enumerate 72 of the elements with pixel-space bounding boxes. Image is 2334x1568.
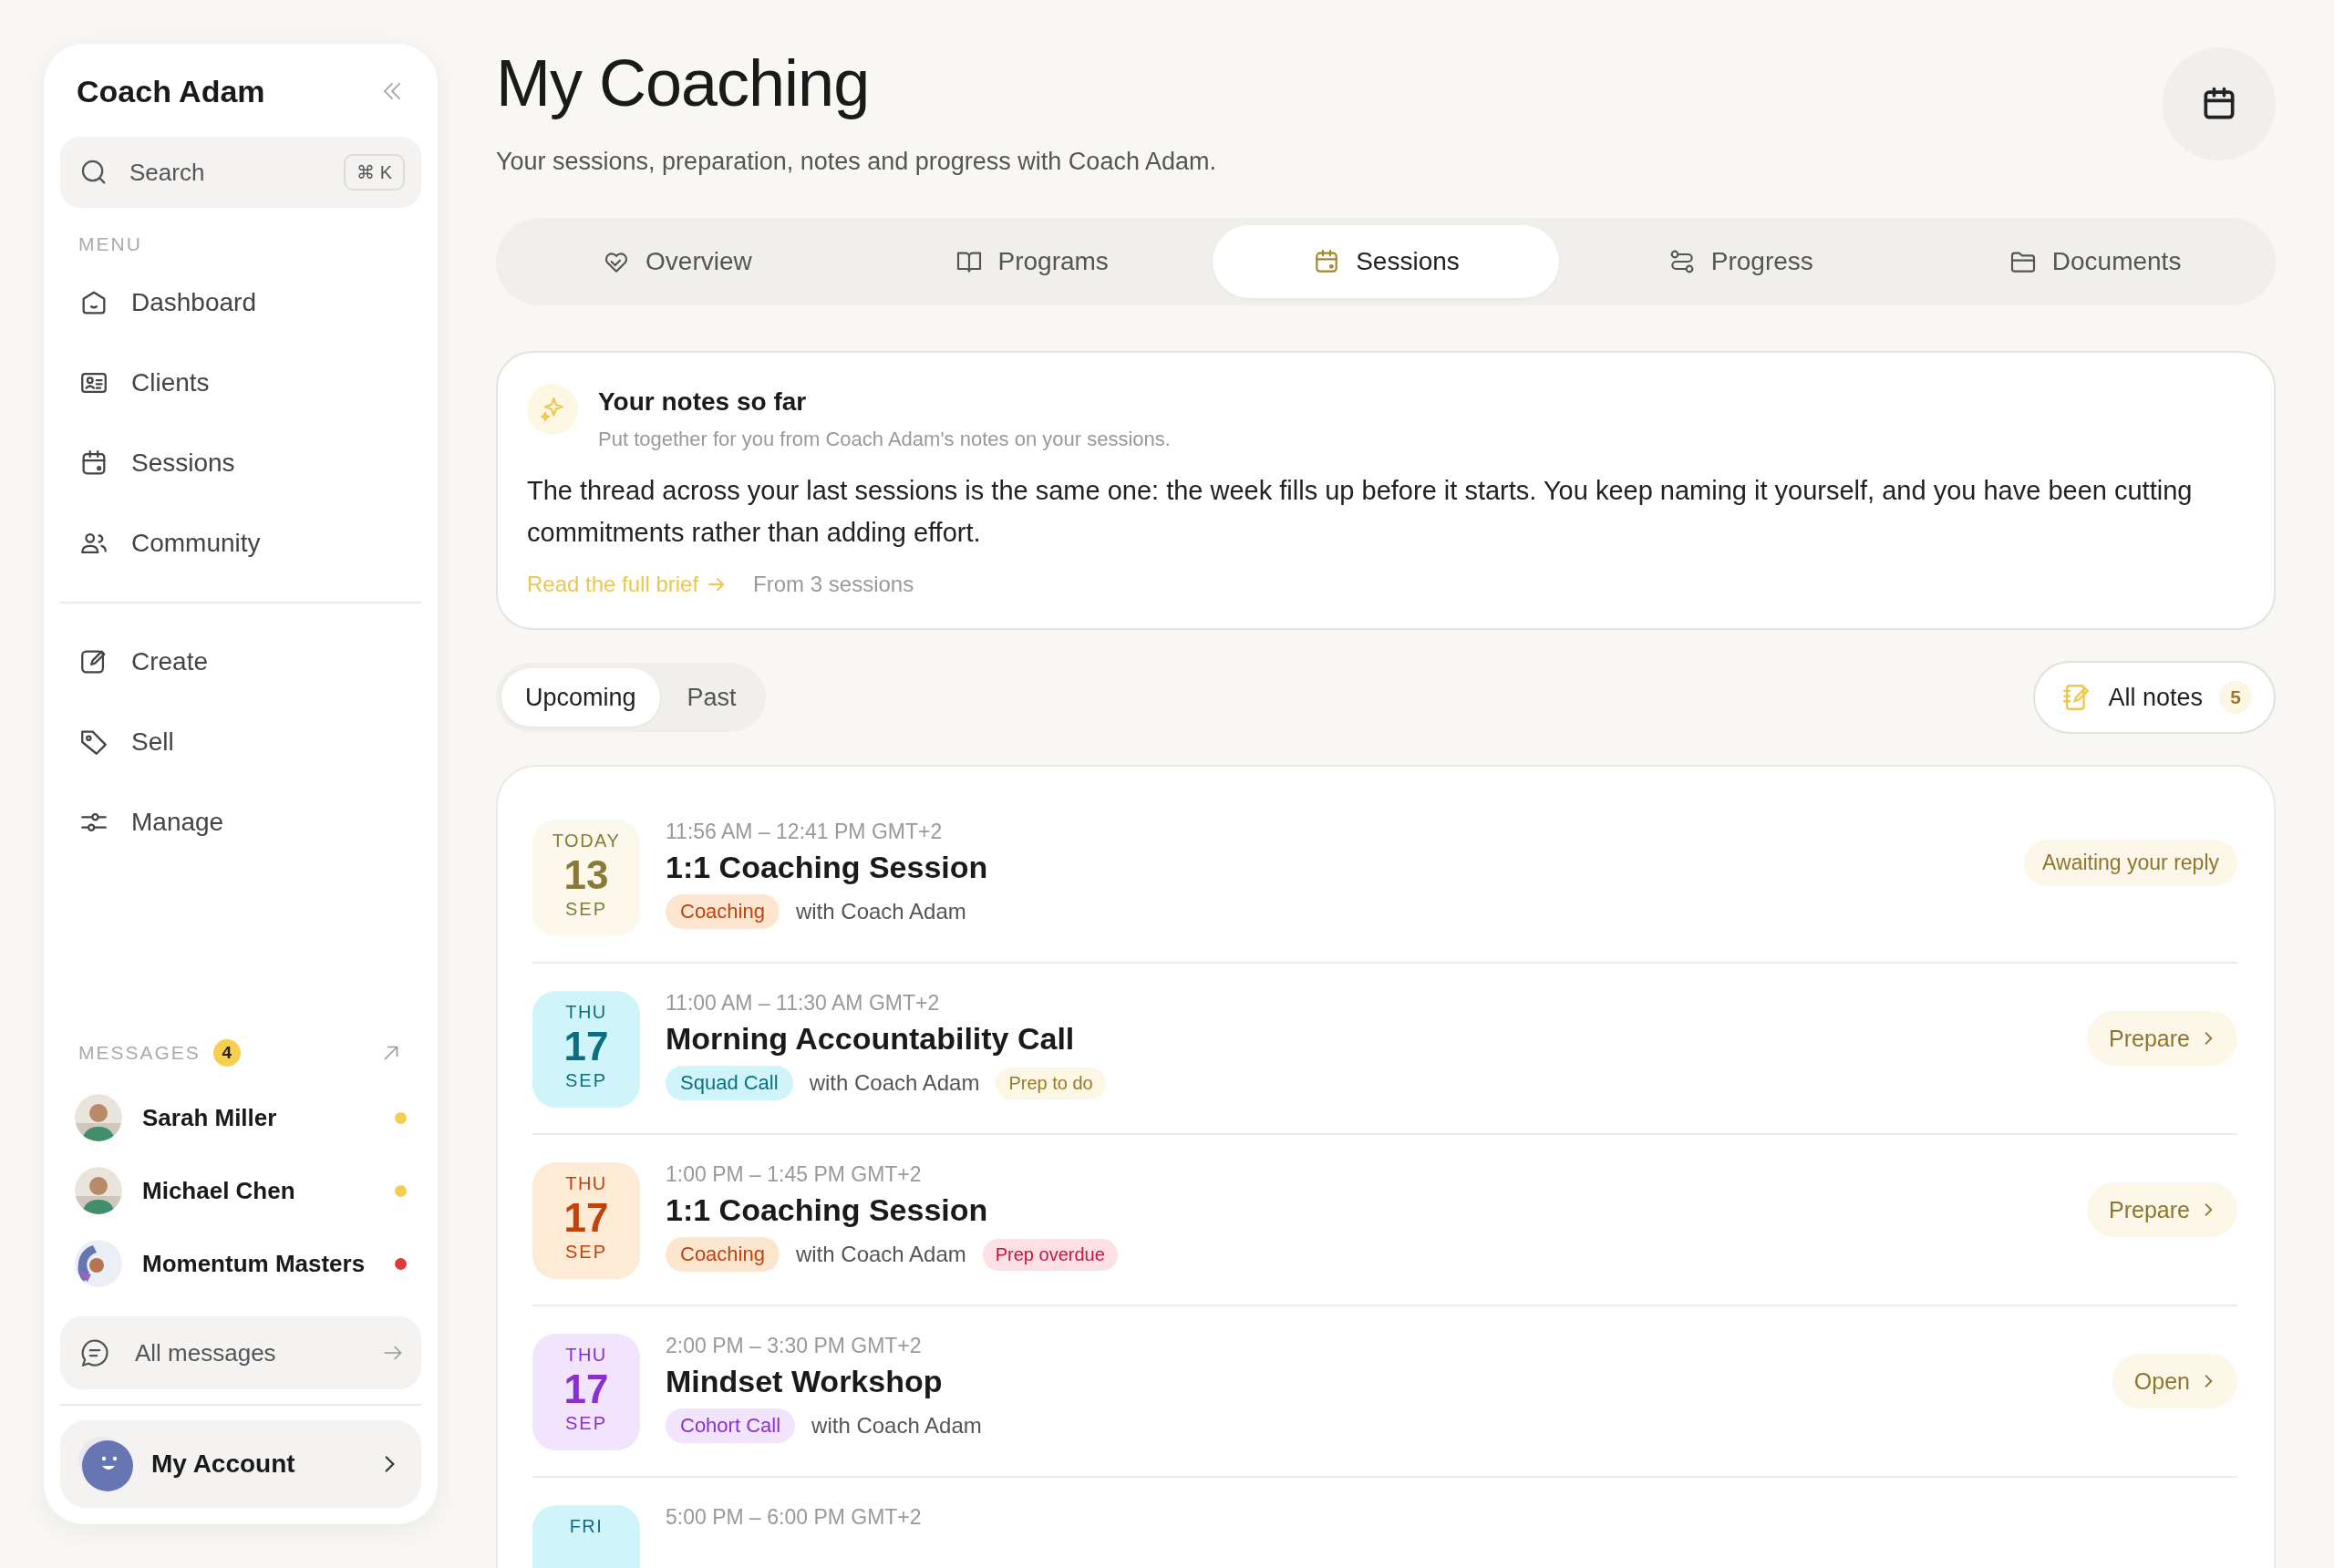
page-title: My Coaching	[496, 46, 871, 121]
tab[interactable]: Documents	[1921, 225, 2268, 298]
status-pill: Awaiting your reply	[2024, 840, 2237, 886]
weekday-label: THU	[565, 1345, 607, 1366]
day-number: 17	[563, 1366, 609, 1413]
tab[interactable]: Programs	[857, 225, 1205, 298]
month-label: SEP	[565, 1413, 607, 1434]
weekday-label: FRI	[569, 1516, 604, 1537]
session-type-tag: Coaching	[666, 894, 780, 929]
nav-item[interactable]: Sell	[60, 702, 421, 782]
session-title: 1:1 Coaching Session	[666, 850, 989, 885]
group-logo-icon	[75, 1240, 122, 1287]
sidebar-title: Coach Adam	[77, 73, 265, 109]
session-time: 11:00 AM – 11:30 AM GMT+2	[666, 991, 941, 1016]
session-title: 1:1 Coaching Session	[666, 1192, 989, 1228]
smiley-avatar-icon	[77, 1435, 135, 1493]
nav-item[interactable]: Dashboard	[60, 263, 421, 343]
count-badge: 4	[212, 1039, 241, 1067]
coach-name: with Coach Adam	[795, 899, 966, 924]
count-badge: 5	[2219, 681, 2252, 714]
section-label: MESSAGES	[78, 1042, 201, 1064]
day-number: 17	[563, 1194, 609, 1242]
coach-name: with Coach Adam	[811, 1413, 982, 1439]
all-notes-button[interactable]: All notes 5	[2033, 661, 2276, 734]
all-messages-button[interactable]: All messages	[60, 1316, 421, 1389]
conversation-item[interactable]: Momentum Masters	[60, 1227, 421, 1300]
day-number: 13	[563, 851, 609, 899]
session-time: 2:00 PM – 3:30 PM GMT+2	[666, 1334, 923, 1358]
prep-status-tag: Prep to do	[996, 1067, 1106, 1099]
nav-item[interactable]: Manage	[60, 782, 421, 862]
account-button[interactable]: My Account	[60, 1420, 421, 1508]
notes-summary: The thread across your last sessions is the same one: the week fills up before it starts. You keep naming it yourself, and you have been cutting commitments rather than adding effort.	[527, 475, 2194, 549]
session-type-tag: Squad Call	[666, 1066, 793, 1100]
nav-item[interactable]: Community	[60, 503, 421, 583]
session-type-tag: Cohort Call	[666, 1408, 796, 1443]
weekday-label: THU	[565, 1002, 607, 1023]
source-note: From 3 sessions	[753, 572, 914, 597]
session-title: Morning Accountability Call	[666, 1021, 1076, 1057]
page-subtitle: Your sessions, preparation, notes and progress with Coach Adam.	[496, 148, 1216, 176]
session-type-tag: Coaching	[666, 1237, 780, 1272]
prep-status-tag: Prep overdue	[982, 1238, 1118, 1271]
tab[interactable]: Progress	[1566, 225, 1915, 298]
tab[interactable]: Sessions	[1212, 225, 1560, 298]
month-label: SEP	[565, 1242, 607, 1263]
session-time: 11:56 AM – 12:41 PM GMT+2	[666, 820, 944, 844]
weekday-label: TODAY	[552, 830, 621, 851]
session-action-button[interactable]: Prepare	[2087, 1011, 2237, 1066]
sparkle-icon	[527, 384, 578, 435]
nav-item[interactable]: Clients	[60, 343, 421, 423]
session-time: 5:00 PM – 6:00 PM GMT+2	[666, 1505, 923, 1530]
search-field[interactable]: Search ⌘ K	[60, 137, 421, 208]
filter-tab[interactable]: Upcoming	[501, 668, 660, 727]
shortcut-hint: ⌘ K	[344, 154, 405, 191]
month-label: SEP	[565, 899, 607, 920]
conversation-item[interactable]: Michael Chen	[60, 1154, 421, 1227]
conversation-item[interactable]: Sarah Miller	[60, 1081, 421, 1154]
coach-name: with Coach Adam	[809, 1070, 980, 1096]
session-action-button[interactable]: Prepare	[2087, 1182, 2237, 1237]
filter-tab[interactable]: Past	[663, 668, 760, 727]
nav-item[interactable]: Sessions	[60, 423, 421, 503]
card-subtitle: Put together for you from Coach Adam's notes on your sessions.	[598, 428, 1171, 451]
tab[interactable]: Overview	[503, 225, 851, 298]
nav-item[interactable]: Create	[60, 622, 421, 702]
weekday-label: THU	[565, 1173, 607, 1194]
session-time: 1:00 PM – 1:45 PM GMT+2	[666, 1162, 923, 1187]
card-title: Your notes so far	[598, 387, 808, 417]
session-title: Mindset Workshop	[666, 1364, 944, 1399]
month-label: SEP	[565, 1070, 607, 1091]
coach-name: with Coach Adam	[795, 1242, 966, 1267]
section-label: MENU	[77, 233, 143, 255]
session-action-button[interactable]: Open	[2112, 1354, 2237, 1408]
day-number: 17	[563, 1023, 609, 1070]
